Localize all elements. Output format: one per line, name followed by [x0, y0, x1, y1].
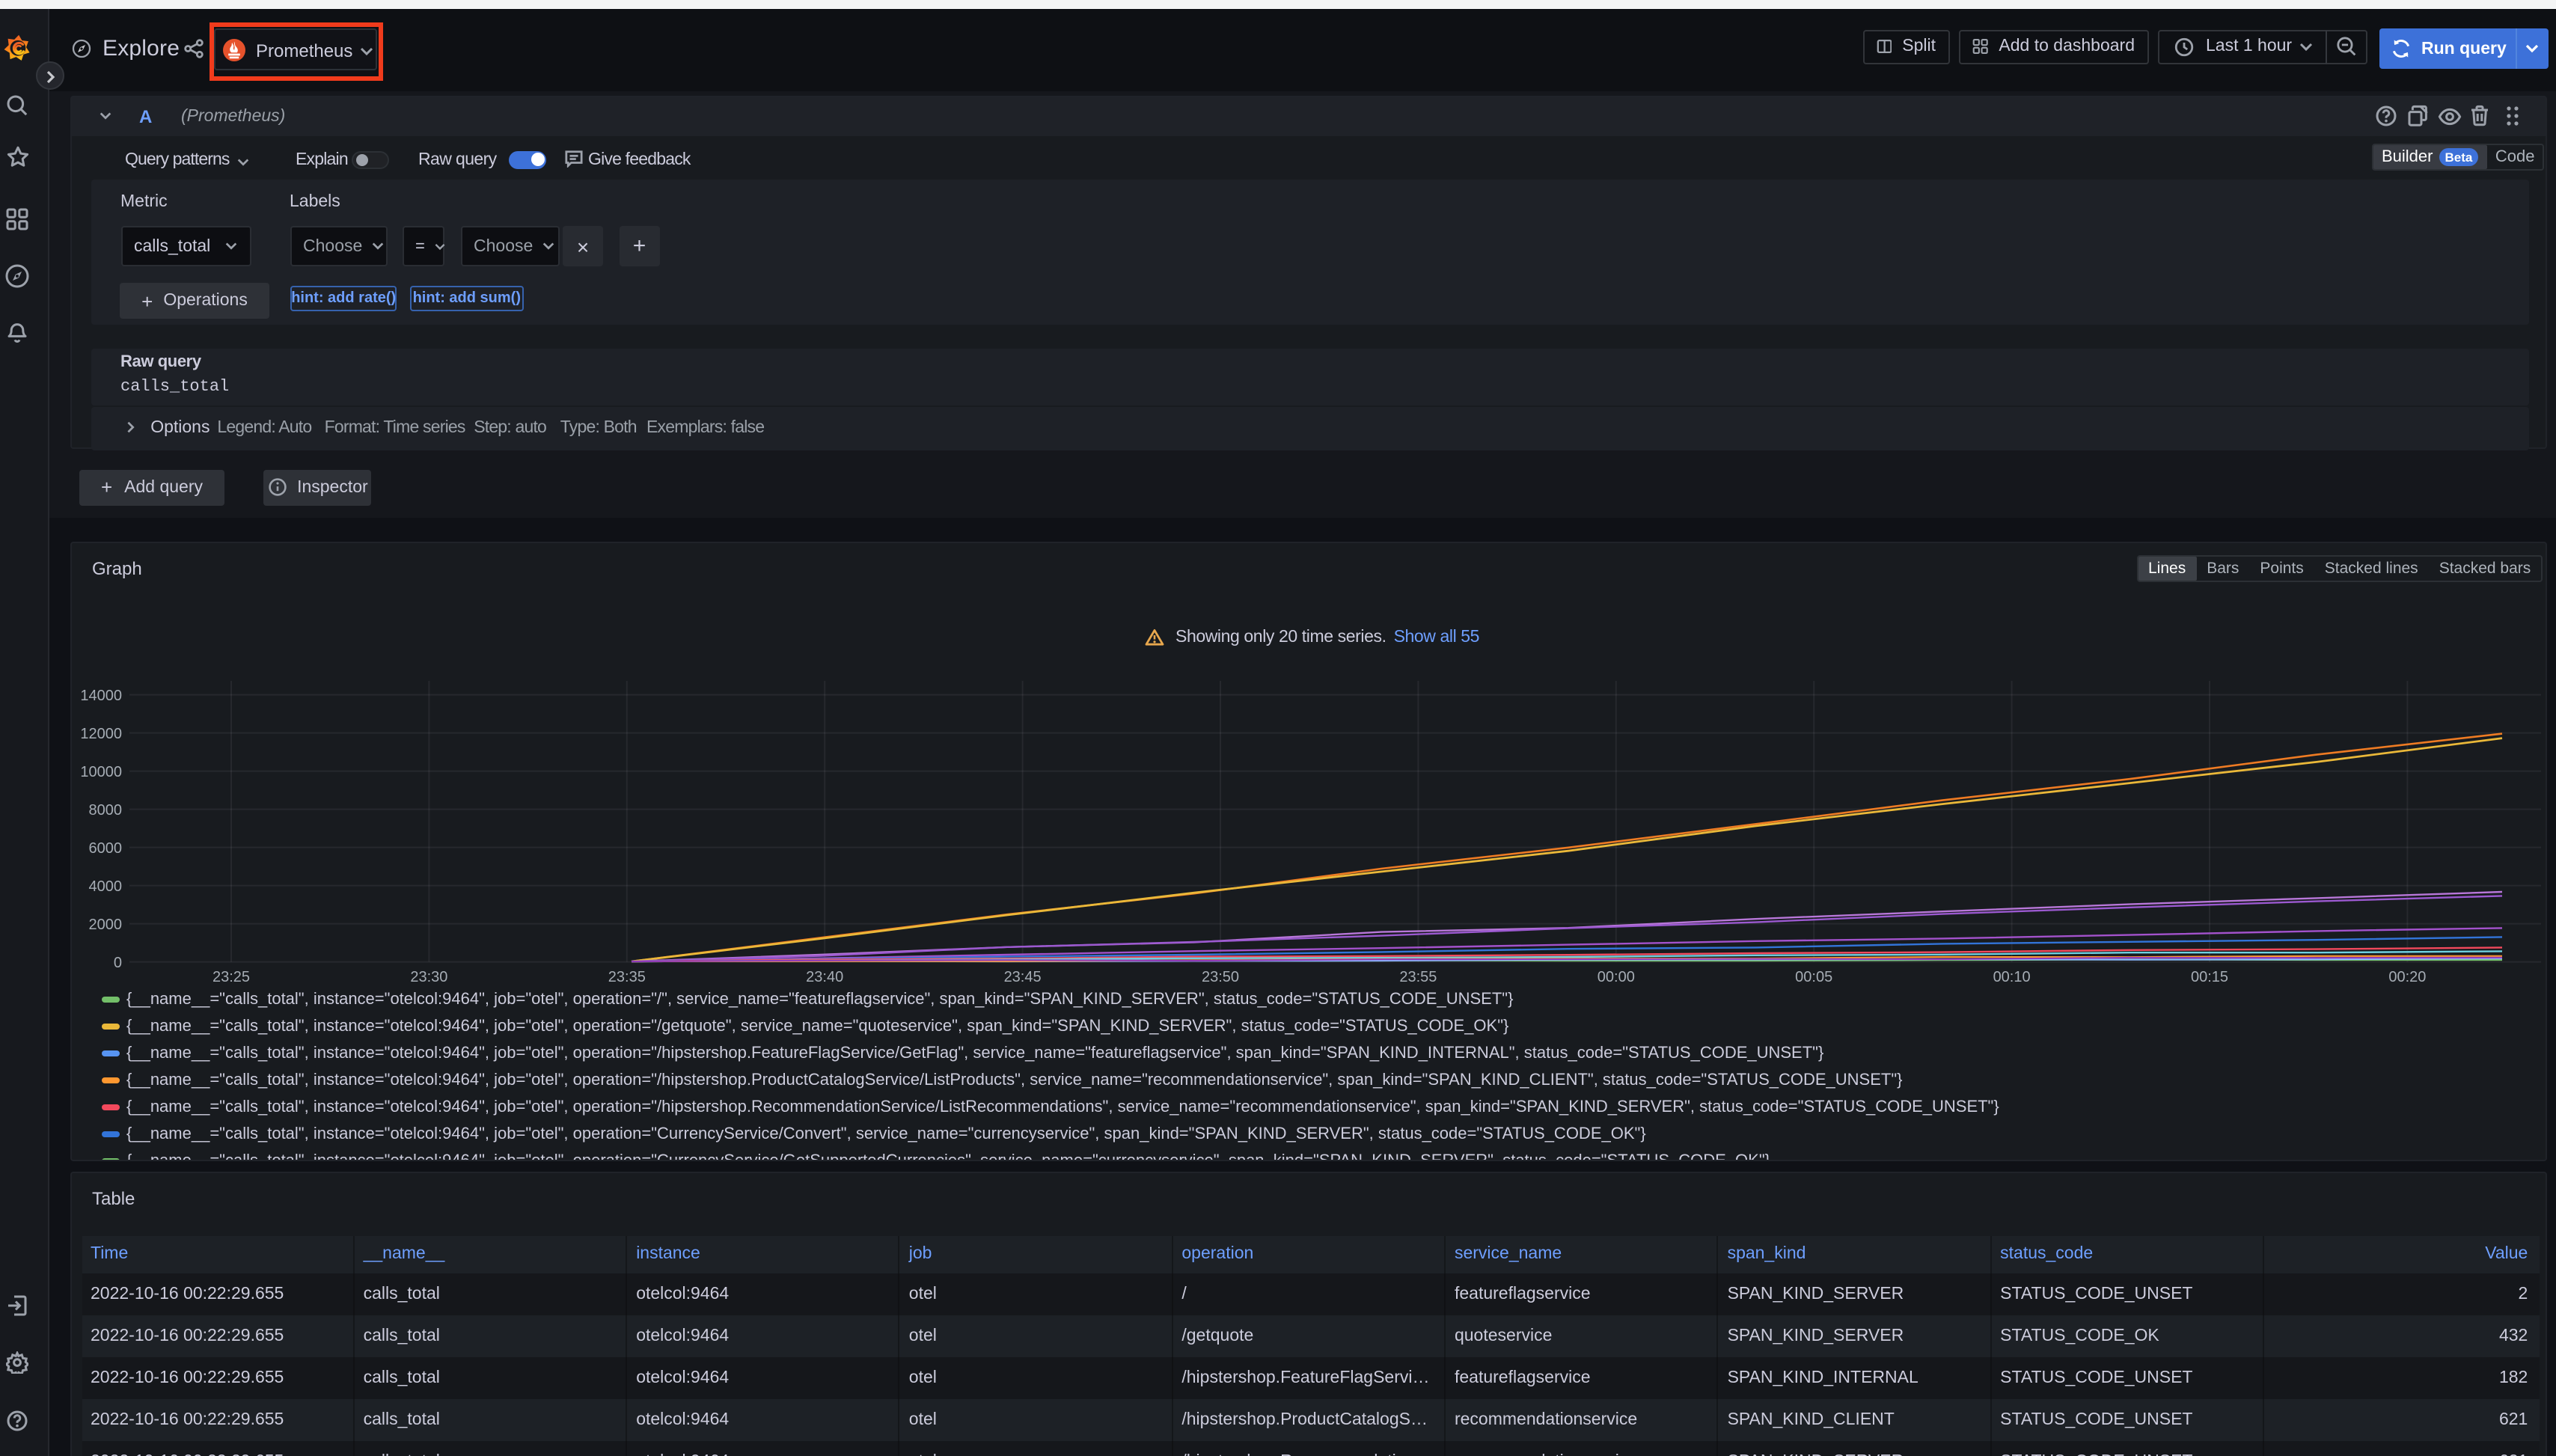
svg-text:23:35: 23:35 — [608, 969, 646, 985]
svg-text:00:20: 00:20 — [2388, 969, 2426, 985]
svg-text:14000: 14000 — [80, 688, 122, 704]
svg-text:4000: 4000 — [89, 878, 123, 895]
svg-text:8000: 8000 — [89, 802, 123, 819]
svg-text:12000: 12000 — [80, 726, 122, 742]
svg-text:23:50: 23:50 — [1202, 969, 1239, 985]
svg-text:23:25: 23:25 — [213, 969, 250, 985]
svg-text:00:10: 00:10 — [1993, 969, 2031, 985]
svg-text:6000: 6000 — [89, 840, 123, 857]
svg-text:23:55: 23:55 — [1399, 969, 1437, 985]
svg-text:00:15: 00:15 — [2191, 969, 2228, 985]
svg-text:23:45: 23:45 — [1004, 969, 1042, 985]
svg-text:00:00: 00:00 — [1598, 969, 1635, 985]
svg-text:23:40: 23:40 — [806, 969, 843, 985]
svg-text:0: 0 — [114, 955, 122, 971]
svg-text:00:05: 00:05 — [1795, 969, 1832, 985]
svg-text:23:30: 23:30 — [410, 969, 447, 985]
svg-text:2000: 2000 — [89, 917, 123, 933]
svg-text:10000: 10000 — [80, 764, 122, 780]
